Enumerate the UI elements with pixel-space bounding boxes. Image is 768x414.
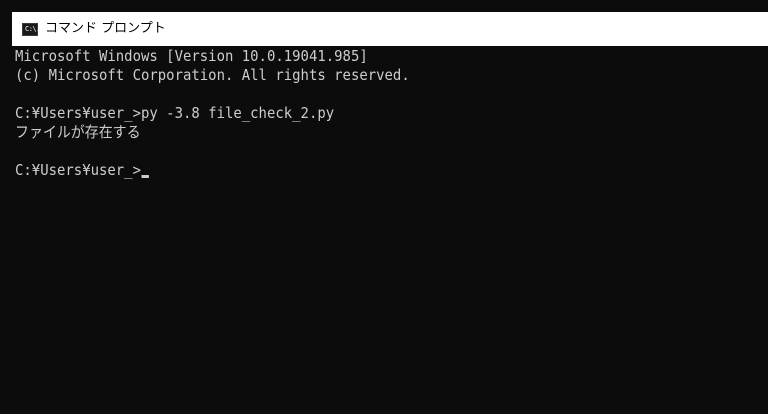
console-line-version: Microsoft Windows [Version 10.0.19041.98…: [15, 47, 368, 65]
title-bar[interactable]: C:\. コマンド プロンプト: [12, 12, 768, 46]
console-output[interactable]: Microsoft Windows [Version 10.0.19041.98…: [12, 46, 768, 414]
command-prompt-icon-text: C:\.: [25, 24, 40, 33]
command-prompt-icon: C:\.: [22, 22, 40, 36]
console-prompt: C:¥Users¥user_>: [15, 161, 141, 179]
command-prompt-window: C:\. コマンド プロンプト Microsoft Windows [Versi…: [0, 0, 768, 414]
window-title: コマンド プロンプト: [45, 21, 166, 36]
console-prompt-line[interactable]: C:¥Users¥user_>_: [15, 160, 150, 180]
text-cursor: _: [141, 175, 150, 178]
console-line-copyright: (c) Microsoft Corporation. All rights re…: [15, 66, 410, 84]
console-line-result: ファイルが存在する: [15, 123, 141, 141]
console-line-command: C:¥Users¥user_>py -3.8 file_check_2.py: [15, 104, 335, 122]
